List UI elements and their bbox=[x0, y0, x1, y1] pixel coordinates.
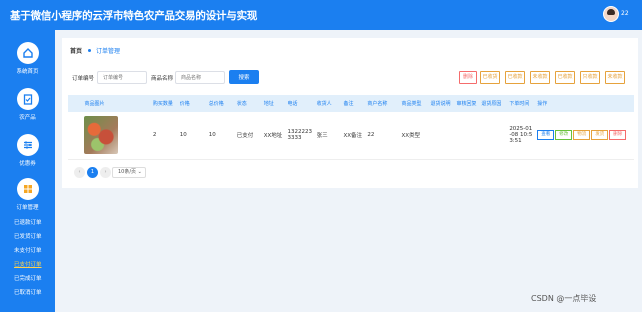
table-header: 备注 bbox=[339, 95, 364, 112]
cell-status: 已支付 bbox=[232, 112, 260, 160]
table-header: 价格 bbox=[175, 95, 205, 112]
table-header: 地址 bbox=[259, 95, 284, 112]
table-header: 收货人 bbox=[312, 95, 340, 112]
home-icon bbox=[16, 42, 39, 64]
cell-type: XX类型 bbox=[397, 112, 427, 160]
table-header: 商户名称 bbox=[363, 95, 398, 112]
cell-merchant: 22 bbox=[363, 112, 398, 160]
breadcrumb-current: 订单管理 bbox=[96, 48, 121, 55]
sliders-icon bbox=[16, 134, 39, 156]
table-header: 总价格 bbox=[204, 95, 233, 112]
username[interactable]: 22 bbox=[621, 10, 629, 17]
table-header: 操作 bbox=[533, 95, 634, 112]
row-delete-button[interactable]: 删除 bbox=[609, 130, 627, 141]
table-header: 退货说明 bbox=[426, 95, 453, 112]
logistics-button[interactable]: 物流 bbox=[573, 130, 591, 141]
table-header: 审核回复 bbox=[452, 95, 478, 112]
view-button[interactable]: 查看 bbox=[537, 130, 555, 141]
table-header: 退货原因 bbox=[477, 95, 506, 112]
submenu-paid-orders[interactable]: 已支付订单 bbox=[0, 259, 55, 272]
sidebar-item-label: 优惠券 bbox=[19, 161, 36, 167]
app-title: 基于微信小程序的云浮市特色农产品交易的设计与实现 bbox=[10, 10, 258, 22]
product-name-input[interactable] bbox=[175, 71, 225, 84]
table-header-row: 商品图片 购买数量 价格 总价格 状态 地址 电话 收货人 备注 商户名称 商品… bbox=[68, 95, 634, 112]
table-header: 商品图片 bbox=[80, 95, 149, 112]
sidebar-item-orders[interactable]: 订单管理 bbox=[0, 178, 55, 211]
sidebar-item-label: 订单管理 bbox=[16, 205, 39, 211]
table-header: 状态 bbox=[232, 95, 260, 112]
order-no-input[interactable] bbox=[97, 71, 147, 84]
cell-consignee: 张三 bbox=[312, 112, 340, 160]
submenu-unpaid-orders[interactable]: 未支付订单 bbox=[0, 245, 55, 258]
cell-total: 10 bbox=[204, 112, 233, 160]
sidebar-item-products[interactable]: 农产品 bbox=[0, 88, 55, 121]
search-button[interactable]: 搜索 bbox=[229, 70, 259, 84]
cell-time: 2025-01-08 10:53:51 bbox=[505, 112, 534, 160]
edit-button[interactable]: 修改 bbox=[555, 130, 573, 141]
delete-button[interactable]: 删除 bbox=[459, 71, 477, 84]
product-name-label: 商品名称 bbox=[151, 76, 174, 82]
orders-table: 商品图片 购买数量 价格 总价格 状态 地址 电话 收货人 备注 商户名称 商品… bbox=[68, 95, 634, 160]
action-button-5[interactable]: 只收款 bbox=[580, 71, 600, 84]
submenu-cancelled-orders[interactable]: 已取消订单 bbox=[0, 287, 55, 300]
prev-page-button[interactable]: ‹ bbox=[74, 167, 85, 178]
next-page-button[interactable]: › bbox=[100, 167, 111, 178]
watermark: CSDN @一点毕设 bbox=[531, 294, 597, 303]
order-no-label: 订单编号 bbox=[72, 76, 95, 82]
chevron-down-icon: ⌄ bbox=[137, 169, 142, 175]
cell-price: 10 bbox=[175, 112, 205, 160]
sidebar: 系统首页 农产品 优惠券 订单管理 已退款订单 已发货订单 未支付订单 已支付订… bbox=[0, 30, 55, 312]
ship-button[interactable]: 发货 bbox=[591, 130, 609, 141]
sidebar-item-coupons[interactable]: 优惠券 bbox=[0, 134, 55, 167]
action-button-2[interactable]: 已收款 bbox=[505, 71, 525, 84]
table-row: 2 10 10 已支付 XX地址 13222233333 张三 XX备注 22 … bbox=[68, 112, 634, 160]
user-avatar[interactable] bbox=[603, 6, 619, 22]
table-header bbox=[68, 95, 81, 112]
cell-phone: 13222233333 bbox=[283, 112, 313, 160]
sidebar-item-label: 农产品 bbox=[19, 115, 36, 121]
clipboard-icon bbox=[16, 88, 39, 110]
cell-quantity: 2 bbox=[148, 112, 176, 160]
product-image[interactable] bbox=[84, 116, 119, 155]
table-header: 购买数量 bbox=[148, 95, 176, 112]
page-number-current[interactable]: 1 bbox=[87, 167, 98, 178]
cell-note: XX备注 bbox=[339, 112, 364, 160]
submenu-refunded-orders[interactable]: 已退款订单 bbox=[0, 217, 55, 230]
action-button-6[interactable]: 未收款 bbox=[605, 71, 625, 84]
action-button-3[interactable]: 未收款 bbox=[530, 71, 550, 84]
submenu-completed-orders[interactable]: 已完成订单 bbox=[0, 273, 55, 286]
top-bar: 基于微信小程序的云浮市特色农产品交易的设计与实现 22 bbox=[0, 0, 642, 30]
table-header: 电话 bbox=[283, 95, 313, 112]
main-panel: 首页 订单管理 订单编号 商品名称 搜索 删除 已收货 已收款 未收款 已收款 只… bbox=[62, 38, 638, 188]
page-size-select[interactable]: 10条/页 ⌄ bbox=[112, 167, 146, 178]
page-size-value: 10条/页 bbox=[118, 169, 137, 175]
action-button-1[interactable]: 已收货 bbox=[480, 71, 500, 84]
cell-actions: 查看 修改 物流 发货 删除 bbox=[533, 112, 634, 160]
breadcrumb: 首页 订单管理 bbox=[70, 46, 120, 55]
cell-address: XX地址 bbox=[259, 112, 284, 160]
table-header: 商品类型 bbox=[397, 95, 427, 112]
grid-icon bbox=[16, 178, 39, 200]
table-header: 下单时间 bbox=[505, 95, 534, 112]
breadcrumb-separator-icon bbox=[88, 49, 92, 52]
sidebar-item-home[interactable]: 系统首页 bbox=[0, 42, 55, 75]
action-button-4[interactable]: 已收款 bbox=[555, 71, 575, 84]
breadcrumb-home[interactable]: 首页 bbox=[70, 48, 82, 55]
sidebar-item-label: 系统首页 bbox=[16, 69, 39, 75]
submenu-shipped-orders[interactable]: 已发货订单 bbox=[0, 231, 55, 244]
